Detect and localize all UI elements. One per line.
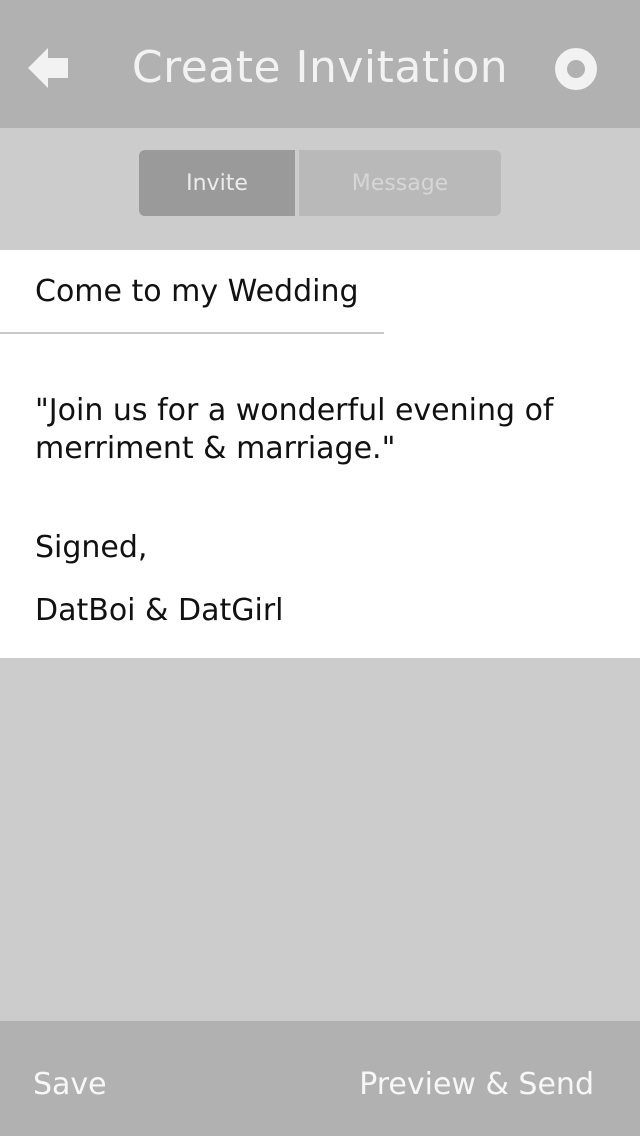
tab-message[interactable]: Message (299, 150, 501, 216)
segmented-control: Invite Message (139, 150, 501, 216)
header-bar: Create Invitation (0, 0, 640, 128)
tab-invite[interactable]: Invite (139, 150, 295, 216)
preview-send-button[interactable]: Preview & Send (359, 1067, 594, 1102)
settings-button[interactable] (554, 47, 598, 91)
subject-underline (0, 332, 384, 334)
tab-bar: Invite Message (0, 128, 640, 250)
invitation-card: Come to my Wedding "Join us for a wonder… (0, 250, 640, 658)
save-button[interactable]: Save (33, 1067, 107, 1102)
subject-field[interactable]: Come to my Wedding (35, 274, 359, 309)
page-title: Create Invitation (131, 42, 509, 93)
footer-bar: Save Preview & Send (0, 1021, 640, 1136)
message-body[interactable]: "Join us for a wonderful evening of merr… (35, 392, 595, 468)
ring-icon (555, 48, 597, 90)
signature-names[interactable]: DatBoi & DatGirl (35, 593, 283, 628)
signed-label: Signed, (35, 530, 148, 565)
